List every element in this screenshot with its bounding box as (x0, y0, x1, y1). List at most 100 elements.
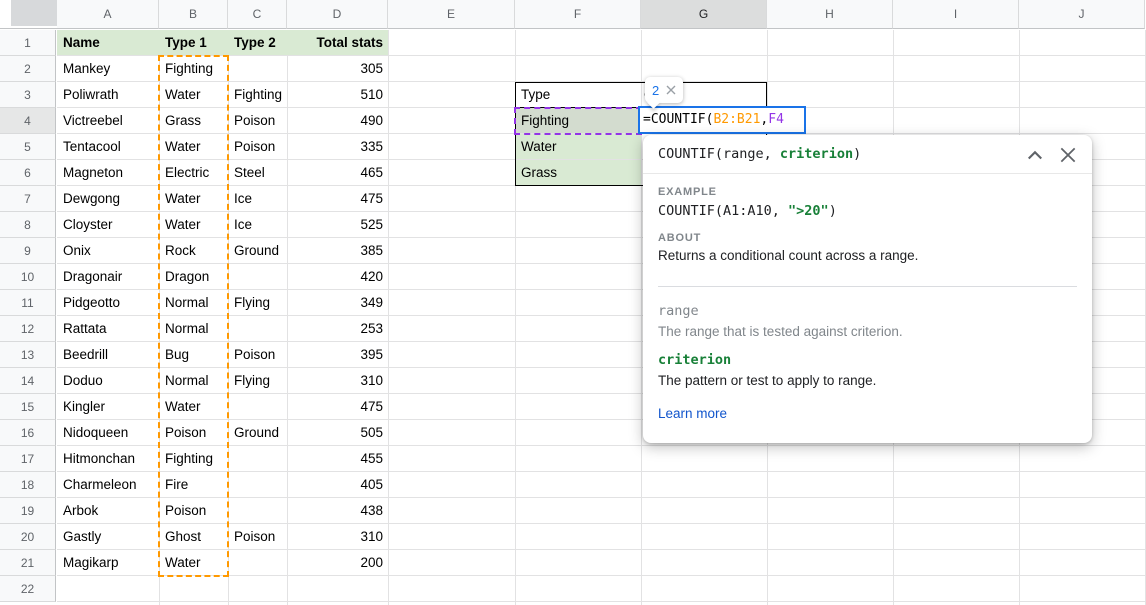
header-cell-B1[interactable]: Type 1 (159, 30, 228, 55)
cell-A14[interactable]: Doduo (57, 368, 159, 393)
row-header-16[interactable]: 16 (0, 420, 56, 446)
row-header-14[interactable]: 14 (0, 368, 56, 394)
cell-D12[interactable]: 253 (287, 316, 388, 341)
cell-D14[interactable]: 310 (287, 368, 388, 393)
cell-C14[interactable]: Flying (228, 368, 287, 393)
column-header-H[interactable]: H (767, 0, 893, 29)
column-header-G[interactable]: G (641, 0, 767, 29)
cell-D17[interactable]: 455 (287, 446, 388, 471)
cell-F4[interactable]: Fighting (515, 108, 641, 133)
row-header-2[interactable]: 2 (0, 56, 56, 82)
row-header-3[interactable]: 3 (0, 82, 56, 108)
cell-A12[interactable]: Rattata (57, 316, 159, 341)
header-cell-A1[interactable]: Name (57, 30, 159, 55)
cell-C13[interactable]: Poison (228, 342, 287, 367)
cell-A17[interactable]: Hitmonchan (57, 446, 159, 471)
cell-B14[interactable]: Normal (159, 368, 228, 393)
cell-B4[interactable]: Grass (159, 108, 228, 133)
cell-C7[interactable]: Ice (228, 186, 287, 211)
row-header-5[interactable]: 5 (0, 134, 56, 160)
cell-A11[interactable]: Pidgeotto (57, 290, 159, 315)
cell-D20[interactable]: 310 (287, 524, 388, 549)
column-header-J[interactable]: J (1019, 0, 1145, 29)
cell-B10[interactable]: Dragon (159, 264, 228, 289)
cell-C5[interactable]: Poison (228, 134, 287, 159)
row-header-17[interactable]: 17 (0, 446, 56, 472)
column-header-A[interactable]: A (57, 0, 159, 29)
row-header-21[interactable]: 21 (0, 550, 56, 576)
cell-A6[interactable]: Magneton (57, 160, 159, 185)
cell-C11[interactable]: Flying (228, 290, 287, 315)
cell-B7[interactable]: Water (159, 186, 228, 211)
row-header-11[interactable]: 11 (0, 290, 56, 316)
column-header-F[interactable]: F (515, 0, 641, 29)
cell-B2[interactable]: Fighting (159, 56, 228, 81)
cell-A10[interactable]: Dragonair (57, 264, 159, 289)
row-header-12[interactable]: 12 (0, 316, 56, 342)
cell-B18[interactable]: Fire (159, 472, 228, 497)
cell-D19[interactable]: 438 (287, 498, 388, 523)
cell-A3[interactable]: Poliwrath (57, 82, 159, 107)
cell-B16[interactable]: Poison (159, 420, 228, 445)
cell-C3[interactable]: Fighting (228, 82, 287, 107)
select-all-corner[interactable] (0, 0, 57, 29)
row-header-22[interactable]: 22 (0, 576, 56, 602)
column-header-D[interactable]: D (287, 0, 388, 29)
cell-D13[interactable]: 395 (287, 342, 388, 367)
cell-F3[interactable]: Type (515, 82, 641, 107)
cell-D21[interactable]: 200 (287, 550, 388, 575)
cell-A21[interactable]: Magikarp (57, 550, 159, 575)
cell-B13[interactable]: Bug (159, 342, 228, 367)
cell-D15[interactable]: 475 (287, 394, 388, 419)
cell-A19[interactable]: Arbok (57, 498, 159, 523)
row-header-8[interactable]: 8 (0, 212, 56, 238)
cell-B9[interactable]: Rock (159, 238, 228, 263)
cell-D5[interactable]: 335 (287, 134, 388, 159)
row-header-13[interactable]: 13 (0, 342, 56, 368)
cell-D10[interactable]: 420 (287, 264, 388, 289)
cell-D3[interactable]: 510 (287, 82, 388, 107)
cell-B6[interactable]: Electric (159, 160, 228, 185)
close-icon[interactable] (1058, 145, 1078, 165)
row-header-18[interactable]: 18 (0, 472, 56, 498)
cell-D9[interactable]: 385 (287, 238, 388, 263)
cell-A15[interactable]: Kingler (57, 394, 159, 419)
cell-B3[interactable]: Water (159, 82, 228, 107)
row-header-15[interactable]: 15 (0, 394, 56, 420)
cell-D8[interactable]: 525 (287, 212, 388, 237)
column-header-E[interactable]: E (388, 0, 515, 29)
cell-B11[interactable]: Normal (159, 290, 228, 315)
chevron-up-icon[interactable] (1025, 146, 1045, 166)
row-header-1[interactable]: 1 (0, 30, 56, 56)
cell-D2[interactable]: 305 (287, 56, 388, 81)
cell-B20[interactable]: Ghost (159, 524, 228, 549)
column-header-C[interactable]: C (228, 0, 287, 29)
cell-F6[interactable]: Grass (515, 160, 641, 185)
cell-B5[interactable]: Water (159, 134, 228, 159)
cell-A4[interactable]: Victreebel (57, 108, 159, 133)
cell-D18[interactable]: 405 (287, 472, 388, 497)
cell-A20[interactable]: Gastly (57, 524, 159, 549)
cell-A18[interactable]: Charmeleon (57, 472, 159, 497)
cell-C16[interactable]: Ground (228, 420, 287, 445)
row-header-6[interactable]: 6 (0, 160, 56, 186)
cell-B17[interactable]: Fighting (159, 446, 228, 471)
cell-B21[interactable]: Water (159, 550, 228, 575)
cell-B19[interactable]: Poison (159, 498, 228, 523)
header-cell-C1[interactable]: Type 2 (228, 30, 287, 55)
cell-A5[interactable]: Tentacool (57, 134, 159, 159)
row-header-7[interactable]: 7 (0, 186, 56, 212)
cell-B12[interactable]: Normal (159, 316, 228, 341)
column-header-I[interactable]: I (893, 0, 1019, 29)
cell-F5[interactable]: Water (515, 134, 641, 159)
row-header-4[interactable]: 4 (0, 108, 56, 134)
cell-A8[interactable]: Cloyster (57, 212, 159, 237)
formula-editor[interactable]: =COUNTIF(B2:B21,F4 (638, 106, 806, 134)
header-cell-D1[interactable]: Total stats (287, 30, 388, 55)
cell-D16[interactable]: 505 (287, 420, 388, 445)
cell-D6[interactable]: 465 (287, 160, 388, 185)
cell-B8[interactable]: Water (159, 212, 228, 237)
cell-A9[interactable]: Onix (57, 238, 159, 263)
cell-A7[interactable]: Dewgong (57, 186, 159, 211)
cell-D7[interactable]: 475 (287, 186, 388, 211)
